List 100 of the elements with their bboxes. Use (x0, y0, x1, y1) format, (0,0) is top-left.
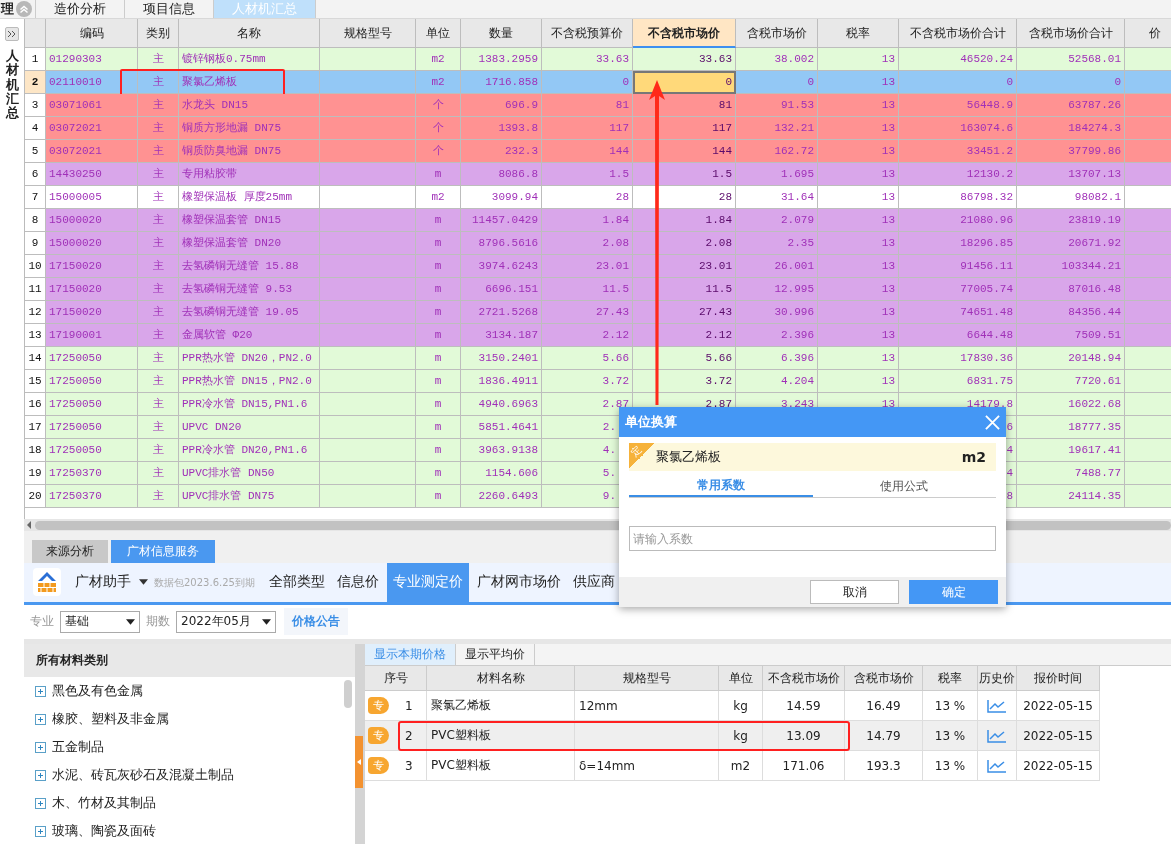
vertical-scrollbar[interactable] (344, 680, 352, 708)
tree-item[interactable]: 玻璃、陶瓷及面砖 (52, 822, 156, 840)
cancel-button[interactable]: 取消 (810, 580, 899, 604)
corner-badge: 定 (629, 443, 655, 469)
row-number: 3 (25, 94, 46, 117)
row-number: 1 (25, 48, 46, 71)
caret-icon (262, 618, 271, 625)
close-icon[interactable] (985, 414, 1000, 430)
column-header[interactable]: 名称 (179, 19, 320, 48)
row-number: 15 (25, 370, 46, 393)
expand-button[interactable] (5, 27, 19, 41)
column-header[interactable]: 规格型号 (320, 19, 416, 48)
table-cell: δ=14mm (579, 758, 636, 773)
table-row[interactable]: 2 02110010 主 聚氯乙烯板 m2 1716.858 0 0 0 13 0 0 (25, 71, 1171, 94)
column-header[interactable]: 类别 (138, 19, 179, 48)
tab[interactable]: 造价分析 (35, 0, 125, 18)
column-header[interactable]: 数量 (461, 19, 542, 48)
table-cell: 1 (405, 698, 413, 713)
table-row[interactable]: 13 17190001 主 金属软管 Φ20 m 3134.187 2.12 2.12 2.396 13 6644.48 7509.51 (25, 324, 1171, 347)
row-number: 10 (25, 255, 46, 278)
row-number: 16 (25, 393, 46, 416)
column-header[interactable]: 不含税预算价 (542, 19, 633, 48)
expand-icon[interactable] (35, 769, 46, 781)
row-number: 14 (25, 347, 46, 370)
table-row[interactable]: 12 17150020 主 去氢磷铜无缝管 19.05 m 2721.5268 27.43 27.43 30.996 13 74651.48 84356.44 (25, 301, 1171, 324)
table-row[interactable]: 10 17150020 主 去氢磷铜无缝管 15.88 m 3974.6243 23.01 23.01 26.001 13 91456.11 103344.21 (25, 255, 1171, 278)
table-cell: 2022-05-15 (1023, 758, 1093, 773)
nav-tab[interactable]: 全部类型 (264, 562, 329, 602)
table-row[interactable]: 1 01290303 主 镀锌钢板0.75mm m2 1383.2959 33.63 33.63 38.002 13 46520.24 52568.01 (25, 48, 1171, 71)
major-label: 专业 (30, 613, 54, 631)
collapse-icon[interactable] (16, 1, 32, 17)
row-number: 5 (25, 140, 46, 163)
product-dropdown[interactable]: 广材助手 (69, 562, 154, 602)
tree-item[interactable]: 黑色及有色金属 (52, 682, 143, 700)
table-cell: 2 (405, 728, 413, 743)
collapse-handle[interactable] (355, 736, 363, 788)
coefficient-field[interactable]: 请输入系数 (629, 526, 996, 551)
column-header[interactable]: 不含税市场价 (633, 19, 736, 48)
table-row[interactable]: 3 03071061 主 水龙头 DN15 个 696.9 81 81 91.53 13 56448.9 63787.26 (25, 94, 1171, 117)
table-cell: 17250370 (46, 485, 138, 508)
table-cell: kg (733, 728, 748, 743)
trend-chart-icon[interactable] (987, 728, 1007, 743)
table-row[interactable]: 5 03072021 主 铜质防臭地漏 DN75 个 232.3 144 144 162.72 13 33451.2 37799.86 (25, 140, 1171, 163)
column-header[interactable]: 税率 (818, 19, 899, 48)
column-header: 含税市场价 (845, 666, 923, 691)
row-number: 11 (25, 278, 46, 301)
table-cell: 2022-05-15 (1023, 728, 1093, 743)
nav-tab[interactable]: 信息价 (332, 562, 383, 602)
table-cell: 2022-05-15 (1023, 698, 1093, 713)
logo-icon (33, 567, 61, 596)
column-header: 不含税市场价 (763, 666, 845, 691)
table-cell: 13.09 (786, 728, 821, 743)
column-header: 报价时间 (1017, 666, 1100, 691)
column-header: 历史价 (978, 666, 1017, 691)
table-row[interactable]: 14 17250050 主 PPR热水管 DN20，PN2.0 m 3150.2401 5.66 5.66 6.396 13 17830.36 20148.94 (25, 347, 1171, 370)
table-row[interactable]: 8 15000020 主 橡塑保温套管 DN15 m 11457.0429 1.84 1.84 2.079 13 21080.96 23819.19 (25, 209, 1171, 232)
double-chevron-icon (7, 30, 17, 38)
table-cell: 13 % (934, 728, 966, 743)
table-row[interactable]: 11 17150020 主 去氢磷铜无缝管 9.53 m 6696.151 11.5 11.5 12.995 13 77005.74 87016.48 (25, 278, 1171, 301)
column-header[interactable]: 含税市场价 (736, 19, 818, 48)
trend-chart-icon[interactable] (987, 698, 1007, 713)
price-row[interactable]: 专 3 PVC塑料板 δ=14mm m2 171.06 193.3 13 % 2022-05-15 (365, 751, 1100, 781)
expand-icon[interactable] (35, 825, 46, 837)
expand-icon[interactable] (35, 797, 46, 809)
tree-item[interactable]: 木、竹材及其制品 (52, 794, 156, 812)
row-number: 2 (25, 71, 46, 94)
column-header[interactable]: 不含税市场价合计 (899, 19, 1017, 48)
row-number: 8 (25, 209, 46, 232)
expand-icon[interactable] (35, 685, 46, 697)
row-number: 9 (25, 232, 46, 255)
table-cell: 12mm (579, 698, 618, 713)
column-header[interactable]: 编码 (46, 19, 138, 48)
major-select[interactable]: 基础 (60, 610, 140, 633)
table-row[interactable]: 15 17250050 主 PPR热水管 DN15，PN2.0 m 1836.4911 3.72 3.72 4.204 13 6831.75 7720.61 (25, 370, 1171, 393)
tree-item[interactable]: 橡胶、塑料及非金属 (52, 710, 169, 728)
table-row[interactable]: 6 14430250 主 专用粘胶带 m 8086.8 1.5 1.5 1.695 13 12130.2 13707.13 (25, 163, 1171, 186)
table-cell: 14.79 (866, 728, 901, 743)
tree-item[interactable]: 水泥、砖瓦灰砂石及混凝土制品 (52, 766, 234, 784)
row-number: 20 (25, 485, 46, 508)
badge: 专 (368, 727, 389, 744)
column-header: 序号 (365, 666, 427, 691)
tab[interactable]: 来源分析 (32, 539, 108, 563)
table-cell: m (416, 485, 461, 508)
period-select[interactable]: 2022年05月 (176, 610, 276, 633)
caret-icon (126, 618, 135, 625)
tree-item[interactable]: 五金制品 (52, 738, 104, 756)
expand-icon[interactable] (35, 713, 46, 725)
table-cell: 24114.35 (1017, 485, 1125, 508)
nav-tab[interactable]: 供应商 (568, 562, 619, 602)
column-header[interactable]: 含税市场价合计 (1017, 19, 1125, 48)
table-row[interactable]: 7 15000005 主 橡塑保温板 厚度25mm m2 3099.94 28 28 31.64 13 86798.32 98082.1 (25, 186, 1171, 209)
column-header[interactable]: 单位 (416, 19, 461, 48)
table-cell: PVC塑料板 (431, 727, 491, 744)
category-header: 所有材料类别 (24, 644, 355, 677)
expand-icon[interactable] (35, 741, 46, 753)
table-row[interactable]: 9 15000020 主 橡塑保温套管 DN20 m 8796.5616 2.08 2.08 2.35 13 18296.85 20671.92 (25, 232, 1171, 255)
table-row[interactable]: 4 03072021 主 铜质方形地漏 DN75 个 1393.8 117 117 132.21 13 163074.6 184274.3 (25, 117, 1171, 140)
nav-tab[interactable]: 广材网市场价 (472, 562, 565, 602)
trend-chart-icon[interactable] (987, 758, 1007, 773)
price-row[interactable]: 专 2 PVC塑料板 kg 13.09 14.79 13 % 2022-05-15 (365, 721, 1100, 751)
